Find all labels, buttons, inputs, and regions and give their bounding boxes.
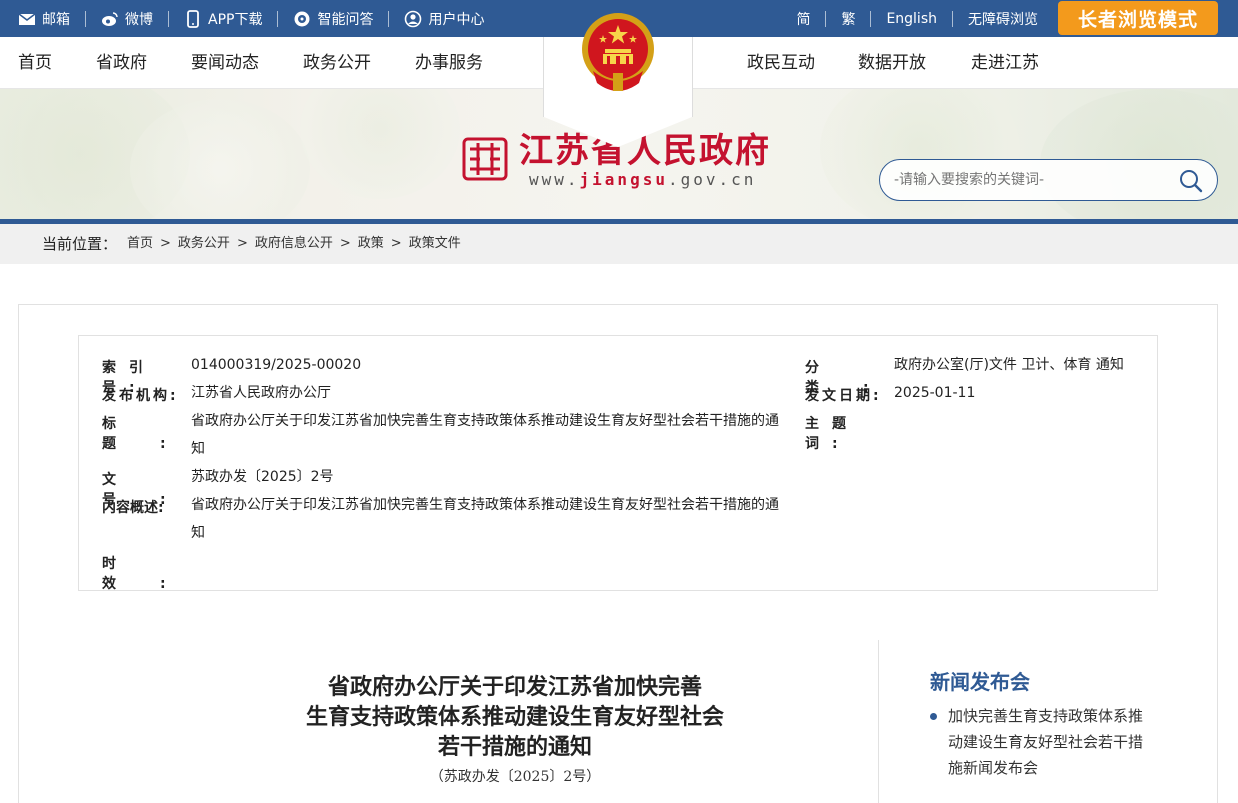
document-title-line: 生育支持政策体系推动建设生育友好型社会 (305, 704, 724, 730)
divider (870, 10, 872, 27)
user-center-link[interactable]: 用户中心 (404, 0, 484, 37)
breadcrumb-separator: > (160, 236, 171, 251)
mail-label: 邮箱 (42, 11, 70, 28)
site-url-suffix: .gov.cn (667, 170, 757, 189)
emblem-tab-point (544, 117, 692, 147)
chat-icon (293, 10, 311, 28)
app-download-label: APP下载 (208, 11, 263, 28)
nav-home[interactable]: 首页 (18, 37, 52, 89)
meta-value: 省政府办公厅关于印发江苏省加快完善生育支持政策体系推动建设生育友好型社会若干措施… (191, 413, 779, 457)
search-input[interactable] (894, 170, 1174, 190)
top-right-links: 简 繁 English 无障碍浏览 (796, 0, 1038, 37)
nav-open-data[interactable]: 数据开放 (858, 37, 926, 89)
sidebar-divider (878, 640, 879, 803)
site-url-prefix: www. (529, 170, 580, 189)
document-number: （苏政办发〔2025〕2号） (429, 769, 601, 785)
sidebar-title: 新闻发布会 (930, 670, 1030, 694)
site-url-domain: jiangsu (579, 170, 668, 189)
breadcrumb: 当前位置： 首页 > 政务公开 > 政府信息公开 > 政策 > 政策文件 (0, 224, 1238, 264)
user-icon (404, 10, 422, 28)
document-title: 省政府办公厅关于印发江苏省加快完善 生育支持政策体系推动建设生育友好型社会 若干… (200, 672, 830, 762)
meta-key: 发布机构: (102, 388, 179, 404)
meta-value: 江苏省人民政府办公厅 (191, 385, 331, 401)
nav-services[interactable]: 办事服务 (415, 37, 483, 89)
document-title-line: 若干措施的通知 (437, 734, 592, 760)
divider (277, 10, 279, 27)
emblem-tab (543, 13, 693, 147)
top-left-links: 邮箱 微博 APP下载 智能问答 用户中心 (18, 0, 484, 37)
breadcrumb-path: 首页 > 政务公开 > 政府信息公开 > 政策 > 政策文件 (127, 224, 461, 264)
mail-icon (18, 10, 36, 28)
decor-leaf (300, 89, 460, 199)
breadcrumb-separator: > (339, 236, 351, 251)
breadcrumb-separator: > (236, 236, 248, 251)
breadcrumb-info-disclosure[interactable]: 政府信息公开 (255, 224, 333, 264)
smart-qa-link[interactable]: 智能问答 (293, 0, 373, 37)
divider (825, 10, 827, 27)
divider (85, 10, 86, 27)
document-title-line: 省政府办公厅关于印发江苏省加快完善 (327, 674, 702, 700)
breadcrumb-home[interactable]: 首页 (127, 224, 153, 264)
breadcrumb-policy-documents[interactable]: 政策文件 (409, 224, 461, 264)
simplified-link[interactable]: 简 (796, 0, 810, 37)
weibo-link[interactable]: 微博 (101, 0, 153, 37)
meta-value: 014000319/2025-00020 (191, 357, 362, 373)
divider (168, 10, 169, 27)
nav-gov-affairs[interactable]: 政务公开 (303, 37, 371, 89)
nav-news[interactable]: 要闻动态 (191, 37, 259, 89)
meta-key: 标题: (102, 416, 210, 452)
mail-link[interactable]: 邮箱 (18, 0, 70, 37)
breadcrumb-gov-affairs[interactable]: 政务公开 (178, 224, 230, 264)
search-box (879, 159, 1218, 201)
sidebar-news-item[interactable]: 加快完善生育支持政策体系推动建设生育友好型社会若干措施新闻发布会 (930, 703, 1150, 781)
meta-key: 发文日期: (805, 388, 882, 404)
divider (388, 10, 390, 27)
accessibility-link[interactable]: 无障碍浏览 (968, 0, 1038, 37)
phone-icon (184, 9, 202, 28)
nav-about-jiangsu[interactable]: 走进江苏 (971, 37, 1039, 89)
smart-qa-label: 智能问答 (317, 11, 374, 28)
breadcrumb-policy[interactable]: 政策 (358, 224, 384, 264)
meta-value: 苏政办发〔2025〕2号 (191, 469, 334, 485)
national-emblem-icon (582, 13, 654, 91)
divider (952, 10, 953, 27)
traditional-link[interactable]: 繁 (841, 0, 855, 37)
weibo-icon (101, 10, 119, 28)
meta-value: 政府办公室(厅)文件 卫计、体育 通知 (894, 357, 1124, 373)
nav-interaction[interactable]: 政民互动 (747, 37, 815, 89)
user-center-label: 用户中心 (428, 11, 485, 28)
elder-mode-button[interactable]: 长者浏览模式 (1058, 1, 1218, 35)
breadcrumb-label: 当前位置： (42, 235, 118, 253)
meta-key: 内容概述: (102, 500, 164, 516)
meta-key: 主题词: (805, 416, 859, 452)
app-download-link[interactable]: APP下载 (184, 0, 262, 37)
english-link[interactable]: English (886, 0, 937, 37)
search-icon[interactable] (1179, 169, 1203, 193)
meta-key: 时效: (102, 556, 210, 592)
site-url: www.jiangsu.gov.cn (529, 170, 756, 189)
jiangsu-logo-icon (462, 137, 508, 181)
nav-provincial-gov[interactable]: 省政府 (96, 37, 147, 89)
meta-value: 省政府办公厅关于印发江苏省加快完善生育支持政策体系推动建设生育友好型社会若干措施… (191, 497, 779, 541)
weibo-label: 微博 (125, 11, 153, 28)
meta-value: 2025-01-11 (894, 385, 976, 401)
breadcrumb-separator: > (390, 236, 402, 251)
